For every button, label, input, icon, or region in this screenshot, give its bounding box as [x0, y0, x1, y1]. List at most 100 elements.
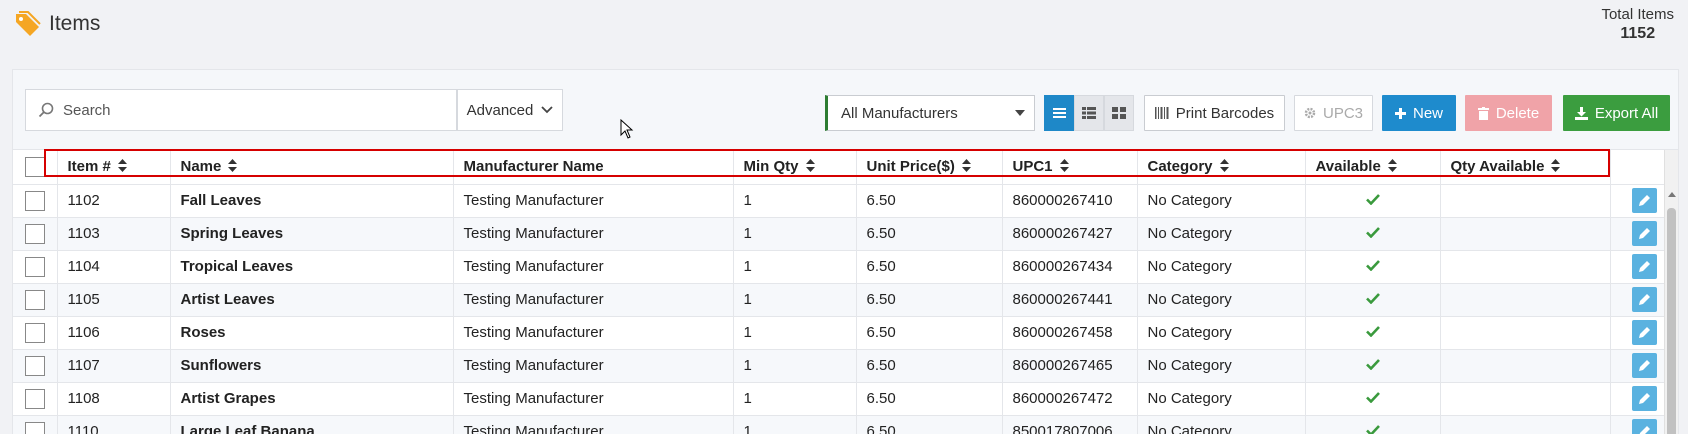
search-box[interactable]	[25, 89, 457, 131]
edit-button[interactable]	[1631, 386, 1657, 411]
table-header-row: Item # Name Manufacturer Name Min Qty Un…	[13, 150, 1679, 185]
cell-unit-price: 6.50	[856, 316, 1003, 350]
sort-icon	[1387, 159, 1397, 173]
column-header-upc1[interactable]: UPC1	[1002, 150, 1138, 185]
cell-unit-price: 6.50	[856, 283, 1003, 317]
cell-manufacturer: Testing Manufacturer	[453, 184, 734, 218]
advanced-search-button[interactable]: Advanced	[457, 89, 563, 131]
cell-unit-price: 6.50	[856, 415, 1003, 434]
edit-button[interactable]	[1631, 419, 1657, 434]
sort-icon	[117, 159, 127, 173]
tag-icon	[16, 11, 41, 36]
cell-available	[1305, 217, 1441, 251]
column-header-category[interactable]: Category	[1137, 150, 1306, 185]
cell-category: No Category	[1137, 316, 1306, 350]
row-select-cell	[13, 382, 58, 416]
table-row[interactable]: 1110 Large Leaf Banana Testing Manufacture…	[13, 415, 1679, 434]
row-checkbox[interactable]	[24, 289, 45, 310]
column-header-item-number[interactable]: Item #	[57, 150, 171, 185]
check-icon	[1365, 425, 1380, 434]
column-header-unit-price[interactable]: Unit Price($)	[856, 150, 1003, 185]
scrollbar-thumb[interactable]	[1667, 208, 1676, 434]
row-checkbox[interactable]	[24, 355, 45, 376]
column-header-manufacturer[interactable]: Manufacturer Name	[453, 150, 734, 185]
delete-button[interactable]: Delete	[1465, 95, 1552, 131]
cell-upc1: 860000267441	[1002, 283, 1138, 317]
table-row[interactable]: 1103 Spring Leaves Testing Manufacturer 1 6.…	[13, 217, 1679, 251]
cell-name: Roses	[170, 316, 454, 350]
row-checkbox[interactable]	[24, 190, 45, 211]
cell-qty-available	[1440, 382, 1611, 416]
table-row[interactable]: 1102 Fall Leaves Testing Manufacturer 1 6.50…	[13, 184, 1679, 218]
edit-button[interactable]	[1631, 353, 1657, 378]
cell-available	[1305, 316, 1441, 350]
new-button[interactable]: New	[1382, 95, 1456, 131]
advanced-label: Advanced	[466, 101, 534, 119]
export-all-button[interactable]: Export All	[1563, 95, 1670, 131]
new-label: New	[1412, 104, 1443, 122]
pencil-icon	[1638, 294, 1650, 305]
cell-available	[1305, 250, 1441, 284]
edit-button[interactable]	[1631, 221, 1657, 246]
cell-name: Spring Leaves	[170, 217, 454, 251]
column-header-qty-available[interactable]: Qty Available	[1440, 150, 1611, 185]
pencil-icon	[1638, 327, 1650, 338]
pencil-icon	[1638, 360, 1650, 371]
search-input[interactable]	[63, 101, 413, 119]
edit-button[interactable]	[1631, 287, 1657, 312]
row-checkbox[interactable]	[24, 322, 45, 343]
row-checkbox[interactable]	[24, 256, 45, 277]
cell-unit-price: 6.50	[856, 217, 1003, 251]
cell-upc1: 850017807006	[1002, 415, 1138, 434]
total-items-count: 1152	[1620, 25, 1656, 42]
table-row[interactable]: 1104 Tropical Leaves Testing Manufacturer 1…	[13, 250, 1679, 284]
column-header-available[interactable]: Available	[1305, 150, 1441, 185]
column-header-name[interactable]: Name	[170, 150, 454, 185]
column-label: Unit Price($)	[866, 158, 955, 176]
edit-button[interactable]	[1631, 188, 1657, 213]
column-label: Min Qty	[743, 158, 799, 176]
cell-item-number: 1105	[57, 283, 171, 317]
select-all-checkbox[interactable]	[24, 156, 45, 177]
table-row[interactable]: 1108 Artist Grapes Testing Manufacturer 1 6.…	[13, 382, 1679, 416]
grid-icon	[1112, 107, 1126, 119]
cell-item-number: 1102	[57, 184, 171, 218]
list-view-button[interactable]	[1044, 95, 1074, 131]
table-icon	[1082, 107, 1096, 119]
upc-button[interactable]: UPC3	[1294, 95, 1373, 131]
cell-name: Artist Leaves	[170, 283, 454, 317]
cell-manufacturer: Testing Manufacturer	[453, 283, 734, 317]
check-icon	[1365, 392, 1380, 404]
page-title: Items	[49, 11, 101, 35]
cell-name: Fall Leaves	[170, 184, 454, 218]
table-row[interactable]: 1105 Artist Leaves Testing Manufacturer 1 6.…	[13, 283, 1679, 317]
print-barcodes-button[interactable]: Print Barcodes	[1144, 95, 1285, 131]
manufacturer-select[interactable]: All Manufacturers	[825, 95, 1035, 131]
cell-min-qty: 1	[733, 184, 857, 218]
table-scrollbar[interactable]	[1664, 150, 1678, 434]
table-row[interactable]: 1106 Roses Testing Manufacturer 1 6.50 860000…	[13, 316, 1679, 350]
column-header-min-qty[interactable]: Min Qty	[733, 150, 857, 185]
row-checkbox[interactable]	[24, 388, 45, 409]
sort-icon	[805, 159, 815, 173]
cell-item-number: 1107	[57, 349, 171, 383]
column-label: Item #	[67, 158, 111, 176]
top-bar: Items Total Items 1152	[0, 0, 1688, 68]
row-checkbox[interactable]	[24, 223, 45, 244]
scroll-up-arrow-icon[interactable]	[1668, 192, 1676, 197]
edit-button[interactable]	[1631, 320, 1657, 345]
table-row[interactable]: 1107 Sunflowers Testing Manufacturer 1 6.50 8…	[13, 349, 1679, 383]
cell-item-number: 1103	[57, 217, 171, 251]
cell-unit-price: 6.50	[856, 382, 1003, 416]
edit-button[interactable]	[1631, 254, 1657, 279]
grid-view-button[interactable]	[1104, 95, 1134, 131]
manufacturer-select-value: All Manufacturers	[841, 104, 958, 122]
print-barcodes-label: Print Barcodes	[1175, 104, 1275, 122]
page-brand: Items	[14, 10, 100, 37]
detail-view-button[interactable]	[1074, 95, 1104, 131]
table-body: 1102 Fall Leaves Testing Manufacturer 1 6.50…	[13, 184, 1679, 434]
cell-manufacturer: Testing Manufacturer	[453, 349, 734, 383]
row-checkbox[interactable]	[24, 421, 45, 434]
cell-qty-available	[1440, 349, 1611, 383]
sort-icon	[1551, 159, 1561, 173]
